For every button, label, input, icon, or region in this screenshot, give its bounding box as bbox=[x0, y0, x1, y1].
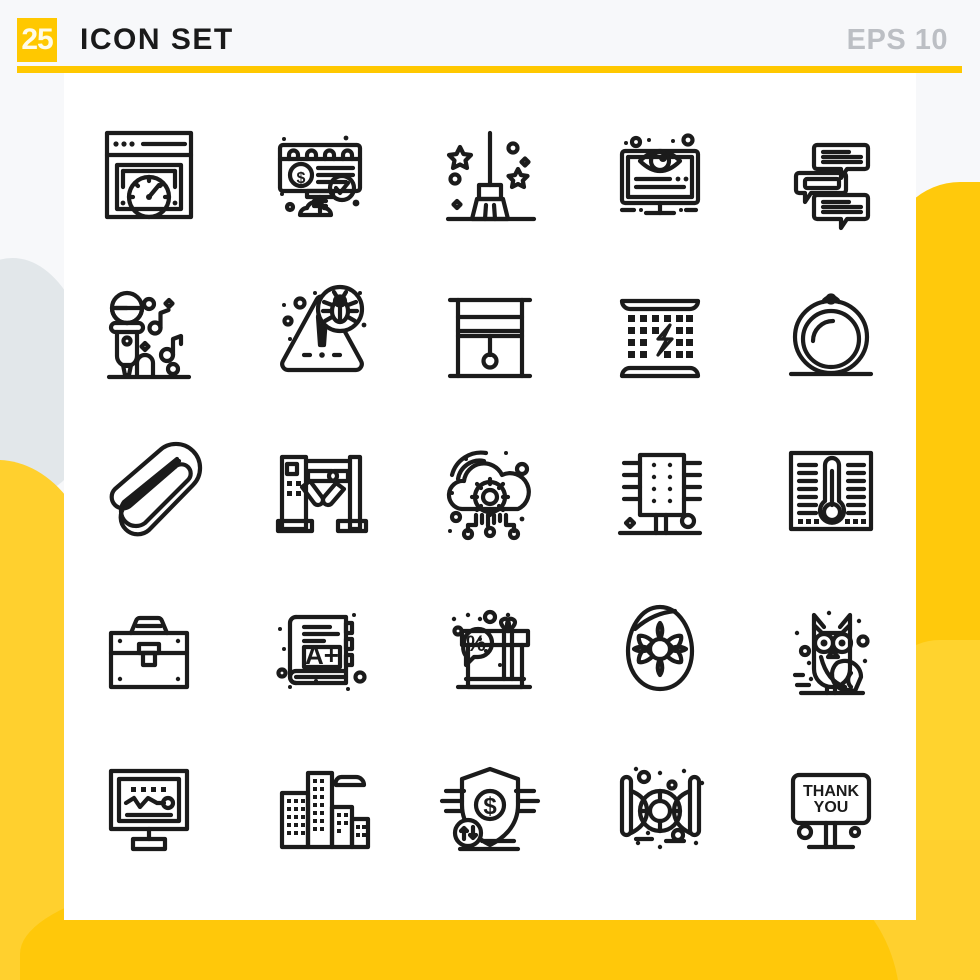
icon-cell-20[interactable] bbox=[746, 570, 916, 728]
electric-heater-icon bbox=[620, 298, 701, 379]
header-divider bbox=[17, 66, 962, 73]
icon-set-poster: 25 ICON SET EPS 10 $ A+ % $ THANK YOU bbox=[0, 0, 980, 980]
icon-cell-9[interactable] bbox=[575, 254, 745, 412]
icon-cell-14[interactable] bbox=[575, 412, 745, 570]
icon-cell-17[interactable]: A+ bbox=[234, 570, 404, 728]
toolbox-icon bbox=[109, 615, 190, 690]
icon-cell-22[interactable] bbox=[234, 728, 404, 886]
icon-cell-24[interactable] bbox=[575, 728, 745, 886]
hammock-lifebuoy-icon bbox=[620, 766, 705, 850]
sign-text-line-1: THANK bbox=[803, 783, 859, 800]
page-title: ICON SET bbox=[80, 23, 234, 56]
owl-icon bbox=[792, 610, 870, 696]
chat-bubbles-icon bbox=[793, 142, 870, 231]
discount-percent-text: % bbox=[466, 631, 486, 656]
microchip-icon bbox=[618, 452, 703, 536]
svg-text:$: $ bbox=[296, 170, 305, 187]
icon-cell-11[interactable] bbox=[64, 412, 234, 570]
monitor-analytics-icon bbox=[109, 768, 190, 852]
monitor-eye-icon bbox=[620, 133, 701, 216]
icon-cell-1[interactable] bbox=[64, 96, 234, 254]
icon-cell-19[interactable] bbox=[575, 570, 745, 728]
easter-egg-icon bbox=[626, 604, 695, 692]
shield-dollar-text: $ bbox=[483, 793, 497, 820]
window-blinds-icon bbox=[447, 297, 533, 379]
pendant-circle-icon bbox=[788, 293, 873, 377]
icon-cell-5[interactable] bbox=[746, 96, 916, 254]
poster-header: 25 ICON SET EPS 10 bbox=[0, 0, 980, 73]
thermometer-icon bbox=[788, 450, 873, 532]
icon-count-badge: 25 bbox=[17, 18, 57, 62]
sign-text-line-2: YOU bbox=[813, 799, 848, 816]
thank-you-sign-icon: THANK YOU bbox=[790, 772, 871, 850]
cloud-gear-icon bbox=[446, 450, 531, 541]
broom-sparkle-icon bbox=[445, 130, 537, 222]
icon-cell-18[interactable]: % bbox=[405, 570, 575, 728]
icon-cell-2[interactable]: $ bbox=[234, 96, 404, 254]
icon-cell-10[interactable] bbox=[746, 254, 916, 412]
icon-cell-7[interactable] bbox=[234, 254, 404, 412]
shield-money-transfer-icon: $ bbox=[439, 766, 541, 852]
icon-cell-13[interactable] bbox=[405, 412, 575, 570]
icon-cell-8[interactable] bbox=[405, 254, 575, 412]
turnstile-gate-icon bbox=[275, 454, 368, 534]
book-grade-text: A+ bbox=[305, 640, 339, 670]
icon-cell-23[interactable]: $ bbox=[405, 728, 575, 886]
icon-cell-25[interactable]: THANK YOU bbox=[746, 728, 916, 886]
icon-cell-6[interactable] bbox=[64, 254, 234, 412]
microphone-music-icon bbox=[107, 290, 192, 380]
icon-cell-3[interactable] bbox=[405, 96, 575, 254]
format-label: EPS 10 bbox=[846, 24, 948, 56]
icon-cell-4[interactable] bbox=[575, 96, 745, 254]
gift-discount-icon: % bbox=[451, 609, 533, 690]
book-grade-icon: A+ bbox=[275, 613, 367, 691]
paperclip-icon bbox=[109, 441, 203, 537]
icon-cell-15[interactable] bbox=[746, 412, 916, 570]
browser-speedometer-icon bbox=[105, 130, 194, 220]
warning-bug-icon bbox=[279, 284, 366, 373]
icon-cell-12[interactable] bbox=[234, 412, 404, 570]
icon-grid: $ A+ % $ THANK YOU bbox=[64, 96, 916, 886]
icon-cell-16[interactable] bbox=[64, 570, 234, 728]
billboard-money-check-icon: $ bbox=[277, 135, 362, 218]
city-buildings-icon bbox=[279, 770, 370, 850]
icon-cell-21[interactable] bbox=[64, 728, 234, 886]
